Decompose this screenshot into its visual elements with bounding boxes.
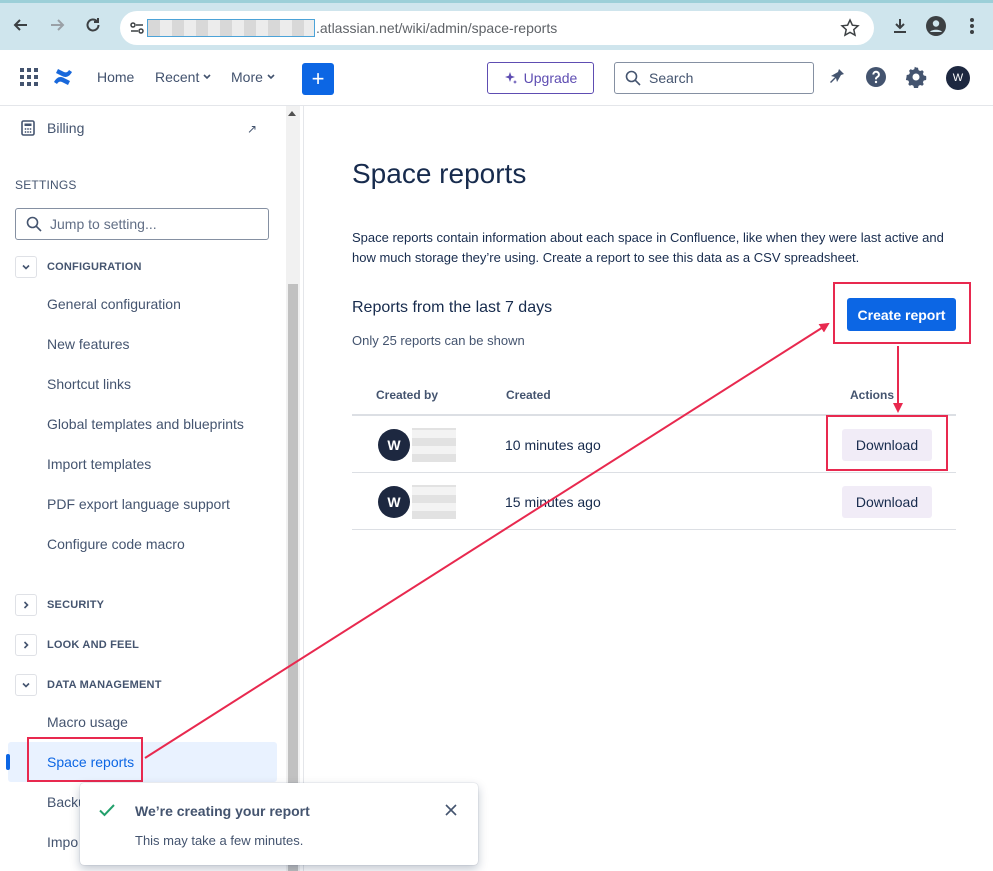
- page-description: Space reports contain information about …: [352, 230, 944, 265]
- chevron-right-icon[interactable]: [15, 594, 37, 616]
- avatar: W: [378, 486, 410, 518]
- confluence-logo-icon[interactable]: [52, 66, 74, 88]
- section-security[interactable]: SECURITY: [15, 594, 104, 616]
- sidebar-item-pdf-export-language[interactable]: PDF export language support: [47, 496, 230, 512]
- chevron-down-icon[interactable]: [15, 674, 37, 696]
- toast-title: We’re creating your report: [135, 803, 310, 819]
- create-plus-button[interactable]: +: [302, 63, 334, 95]
- main-content: Space reports Space reports contain info…: [305, 106, 993, 871]
- close-icon[interactable]: [442, 801, 460, 819]
- report-toast: We’re creating your report This may take…: [80, 783, 478, 865]
- section-label: SECURITY: [47, 599, 105, 611]
- app-switcher-icon[interactable]: [20, 68, 38, 86]
- section-data-management[interactable]: DATA MANAGEMENT: [15, 674, 162, 696]
- calculator-icon: [21, 120, 35, 136]
- search-icon: [26, 216, 42, 232]
- sidebar-item-import[interactable]: Impo: [47, 834, 78, 850]
- sidebar-item-shortcut-links[interactable]: Shortcut links: [47, 376, 131, 392]
- sparkle-icon: [504, 72, 517, 84]
- redacted-url-part: [147, 19, 315, 37]
- nav-more-label: More: [231, 69, 263, 85]
- browser-toolbar: .atlassian.net/wiki/admin/space-reports: [0, 0, 993, 50]
- table-row: W 15 minutes ago Download: [352, 473, 956, 530]
- sidebar-item-label: Billing: [47, 120, 85, 136]
- settings-heading: SETTINGS: [15, 178, 77, 192]
- reload-icon[interactable]: [81, 13, 105, 37]
- external-link-icon: ↗: [247, 122, 258, 136]
- section-label: LOOK AND FEEL: [47, 639, 140, 651]
- app-top-navigation: Home Recent More + Upgrade Search W: [0, 50, 993, 106]
- upgrade-button[interactable]: Upgrade: [487, 62, 594, 94]
- url-text: .atlassian.net/wiki/admin/space-reports: [316, 20, 558, 36]
- download-button[interactable]: Download: [842, 486, 932, 518]
- section-look-and-feel[interactable]: LOOK AND FEEL: [15, 634, 139, 656]
- annotation-box-create-report: [833, 282, 971, 344]
- redacted-name: [412, 485, 456, 519]
- toast-body: This may take a few minutes.: [135, 833, 304, 848]
- browser-menu-icon[interactable]: [961, 15, 983, 37]
- sidebar-item-general-configuration[interactable]: General configuration: [47, 296, 181, 312]
- site-info-icon[interactable]: [128, 19, 146, 37]
- sidebar-item-import-templates[interactable]: Import templates: [47, 456, 151, 472]
- avatar: W: [378, 429, 410, 461]
- chevron-down-icon[interactable]: [15, 256, 37, 278]
- sidebar-item-new-features[interactable]: New features: [47, 336, 129, 352]
- address-bar[interactable]: .atlassian.net/wiki/admin/space-reports: [120, 11, 874, 45]
- user-avatar[interactable]: W: [946, 66, 970, 90]
- nav-recent-label: Recent: [155, 69, 200, 85]
- chevron-down-icon: [203, 74, 211, 80]
- sidebar-item-billing[interactable]: Billing: [21, 120, 84, 136]
- reports-subtext: Only 25 reports can be shown: [352, 333, 525, 348]
- page-title: Space reports: [352, 158, 527, 189]
- chevron-down-icon: [267, 74, 275, 80]
- success-check-icon: [99, 804, 115, 817]
- settings-gear-icon[interactable]: [905, 66, 927, 88]
- chevron-right-icon[interactable]: [15, 634, 37, 656]
- sidebar-item-global-templates[interactable]: Global templates and blueprints: [47, 416, 244, 432]
- help-icon[interactable]: [865, 66, 887, 88]
- jump-to-setting-input[interactable]: [50, 216, 250, 232]
- bookmark-star-icon[interactable]: [840, 18, 860, 38]
- section-label: DATA MANAGEMENT: [47, 679, 162, 691]
- column-header-created-by: Created by: [376, 388, 439, 402]
- search-placeholder: Search: [649, 70, 694, 86]
- sidebar-item-configure-code-macro[interactable]: Configure code macro: [47, 536, 185, 552]
- upgrade-label: Upgrade: [523, 70, 578, 86]
- profile-icon[interactable]: [925, 15, 947, 37]
- sidebar-item-macro-usage[interactable]: Macro usage: [47, 714, 128, 730]
- search-icon: [625, 70, 641, 86]
- nav-home[interactable]: Home: [97, 69, 134, 85]
- download-icon[interactable]: [889, 15, 911, 37]
- search-input[interactable]: Search: [614, 62, 814, 94]
- column-header-created: Created: [506, 388, 551, 402]
- nav-more[interactable]: More: [231, 69, 276, 85]
- notifications-icon[interactable]: [825, 66, 847, 88]
- created-time: 15 minutes ago: [505, 494, 601, 510]
- section-label: CONFIGURATION: [47, 261, 142, 273]
- back-icon[interactable]: [9, 13, 33, 37]
- jump-to-setting-field[interactable]: [15, 208, 269, 240]
- redacted-name: [412, 428, 456, 462]
- annotation-box-download: [826, 415, 948, 471]
- section-configuration[interactable]: CONFIGURATION: [15, 256, 142, 278]
- scroll-up-icon[interactable]: [288, 110, 296, 116]
- reports-heading: Reports from the last 7 days: [352, 299, 553, 316]
- nav-recent[interactable]: Recent: [155, 69, 212, 85]
- active-indicator: [6, 754, 10, 770]
- column-header-actions: Actions: [850, 388, 895, 402]
- annotation-box-space-reports: [27, 737, 143, 782]
- created-time: 10 minutes ago: [505, 437, 601, 453]
- forward-icon[interactable]: [45, 13, 69, 37]
